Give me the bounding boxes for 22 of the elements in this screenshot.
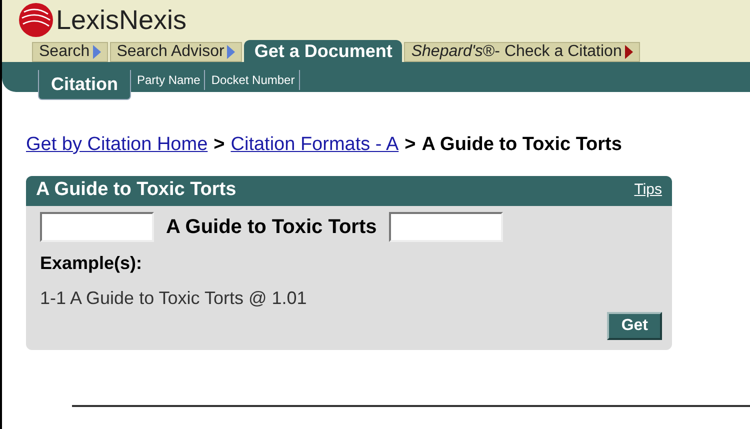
breadcrumb-link[interactable]: Citation Formats - A <box>230 131 399 160</box>
panel-title: A Guide to Toxic Torts <box>36 178 236 202</box>
tips-link[interactable]: Tips <box>634 179 662 202</box>
get-button[interactable]: Get <box>607 312 662 340</box>
nav-tab[interactable]: Shepard's®- Check a Citation <box>404 42 640 62</box>
logo-icon <box>18 2 54 38</box>
input-field[interactable] <box>388 212 503 242</box>
field-label: A Guide to Toxic Torts <box>166 214 377 240</box>
breadcrumb-separator: > <box>214 133 225 157</box>
breadcrumb-separator: > <box>404 133 416 157</box>
input-field[interactable] <box>40 212 154 242</box>
examples-heading: Example(s): <box>39 252 144 275</box>
breadcrumb-current: A Guide to Toxic Torts <box>422 133 622 157</box>
breadcrumb-link[interactable]: Get by Citation Home <box>26 131 208 160</box>
nav-tab[interactable]: Search <box>32 42 108 62</box>
sub-tab[interactable]: Party Name <box>133 70 206 90</box>
nav-tab[interactable]: Get a Document <box>244 40 402 62</box>
brand-name: LexisNexis <box>56 6 187 34</box>
example-text: 1-1 A Guide to Toxic Torts @ 1.01 <box>39 286 308 310</box>
sub-tab[interactable]: Citation <box>38 70 131 100</box>
nav-tab[interactable]: Search Advisor <box>110 42 242 62</box>
sub-tab[interactable]: Docket Number <box>207 70 300 90</box>
